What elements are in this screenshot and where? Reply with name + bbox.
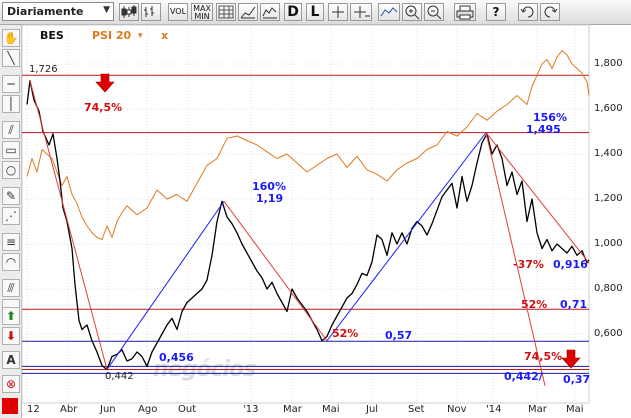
x-tick-label: '14 — [486, 404, 502, 415]
annotation-label: 0,57 — [385, 329, 413, 342]
y-tick-label: 1,600 — [594, 103, 623, 114]
annotation-label: 52% — [521, 298, 548, 311]
y-tick-label: 1,800 — [594, 58, 623, 69]
x-tick-label: Mar — [283, 404, 302, 415]
annotation-label: 74,5% — [84, 101, 123, 114]
annotation-label: 74,5% — [524, 350, 563, 363]
x-tick-label: Jun — [100, 404, 116, 415]
y-tick-label: 1,400 — [594, 148, 623, 159]
y-tick-label: 1,000 — [594, 238, 623, 249]
annotation-label: -37% — [513, 258, 544, 271]
x-tick-label: Mai — [566, 404, 584, 415]
bes-line — [26, 80, 590, 371]
annotation-label: 0,37 — [563, 373, 591, 386]
down-arrow-marker — [95, 73, 115, 93]
annotation-label: 1,495 — [526, 123, 561, 136]
annotation-label: 0,456 — [159, 351, 194, 364]
trend-line — [223, 200, 328, 342]
x-tick-label: '13 — [243, 404, 259, 415]
y-tick-label: 0,800 — [594, 283, 623, 294]
annotation-label: 0,71 — [560, 298, 588, 311]
y-tick-label: 1,200 — [594, 193, 623, 204]
trend-line — [29, 80, 108, 370]
x-tick-label: Mar — [528, 404, 547, 415]
annotation-label: 1,726 — [29, 64, 58, 75]
annotation-label: 0,442/ — [504, 370, 543, 383]
annotation-label: 52% — [332, 327, 359, 340]
x-tick-label: Abr — [60, 404, 78, 415]
x-tick-label: Set — [408, 404, 425, 415]
x-tick-label: Out — [178, 404, 197, 415]
x-tick-label: Mai — [322, 404, 340, 415]
annotation-label: 0,916 — [553, 258, 588, 271]
trend-line — [106, 200, 225, 370]
x-tick-label: Jul — [366, 404, 379, 415]
x-tick-label: Ago — [138, 404, 158, 415]
annotation-label: 0,442 — [105, 371, 134, 382]
y-tick-label: 0,600 — [594, 328, 623, 339]
x-tick-label: 12 — [27, 404, 40, 415]
annotation-label: 1,19 — [256, 192, 284, 205]
down-arrow-marker — [561, 349, 581, 369]
x-tick-label: Nov — [447, 404, 467, 415]
